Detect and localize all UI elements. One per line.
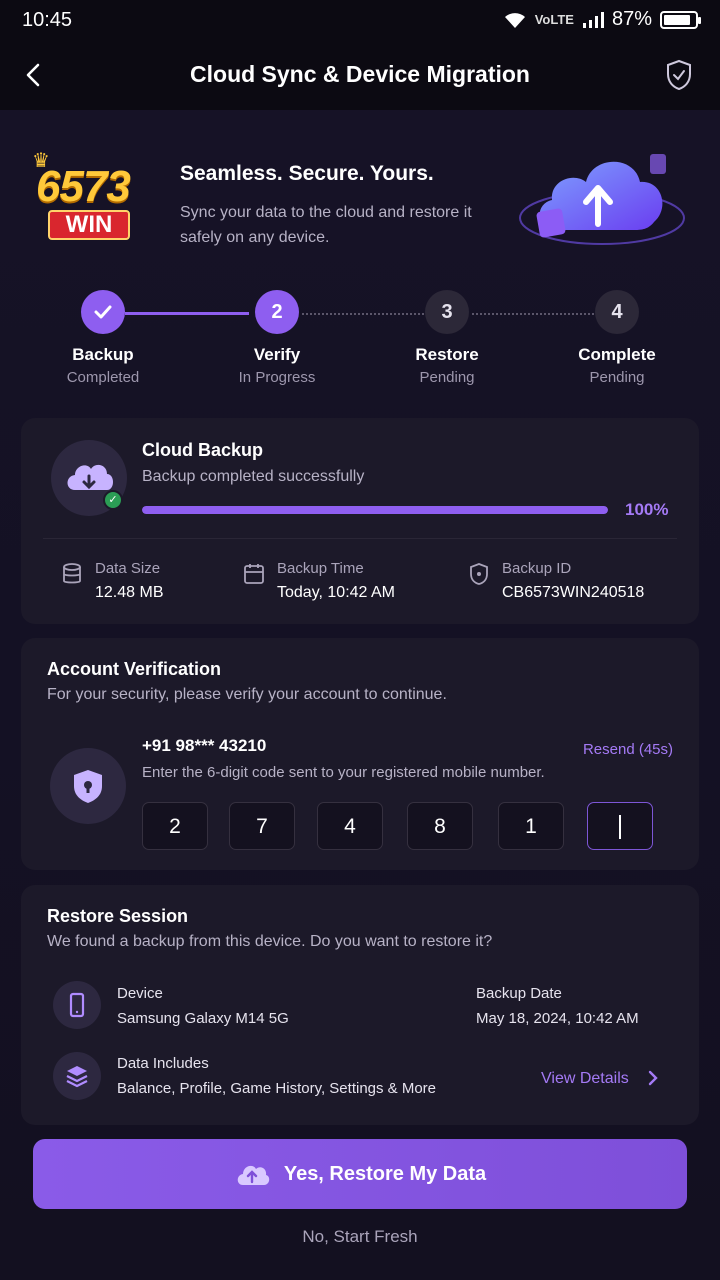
meta-value: 12.48 MB bbox=[95, 584, 164, 601]
meta-label: Backup ID bbox=[502, 560, 572, 577]
meta-label: Backup Time bbox=[277, 560, 364, 577]
divider bbox=[43, 538, 677, 539]
restore-data-button[interactable]: Yes, Restore My Data bbox=[33, 1139, 687, 1209]
step-circle: 4 bbox=[595, 290, 639, 334]
step-verify: 2 Verify In Progress bbox=[207, 290, 347, 386]
start-fresh-button[interactable]: No, Start Fresh bbox=[0, 1227, 720, 1247]
verification-title: Account Verification bbox=[47, 659, 222, 679]
restore-subtitle: We found a backup from this device. Do y… bbox=[47, 933, 493, 950]
network-label: VoLTE bbox=[534, 12, 574, 27]
wifi-icon bbox=[504, 12, 525, 28]
restore-title: Restore Session bbox=[47, 906, 189, 926]
step-status: Pending bbox=[589, 369, 645, 386]
calendar-icon bbox=[244, 564, 264, 584]
shield-icon bbox=[470, 563, 488, 585]
otp-digit-4[interactable]: 8 bbox=[407, 802, 473, 850]
data-includes-value: Balance, Profile, Game History, Settings… bbox=[117, 1080, 437, 1097]
step-status: In Progress bbox=[238, 369, 316, 386]
status-bar: 10:45 VoLTE 87% bbox=[0, 0, 720, 40]
step-circle: 3 bbox=[425, 290, 469, 334]
step-complete: 4 Complete Pending bbox=[547, 290, 687, 386]
resend-code-link[interactable]: Resend (45s) bbox=[583, 741, 673, 758]
step-circle: 2 bbox=[255, 290, 299, 334]
step-backup: Backup Completed bbox=[33, 290, 173, 386]
step-label: Complete bbox=[578, 345, 656, 364]
otp-digit-6[interactable] bbox=[587, 802, 653, 850]
brand-logo: ♛ 6573 WIN bbox=[30, 148, 148, 248]
otp-digit-1[interactable]: 2 bbox=[142, 802, 208, 850]
phone-icon bbox=[53, 981, 101, 1029]
progress-stepper: Backup Completed 2 Verify In Progress 3 … bbox=[0, 290, 720, 400]
cloud-upload-icon bbox=[237, 1165, 270, 1185]
step-label: Restore bbox=[415, 345, 479, 364]
verification-phone: +91 98*** 43210 bbox=[142, 736, 267, 755]
text-cursor bbox=[619, 815, 621, 840]
step-label: Backup bbox=[72, 345, 134, 364]
otp-digit-3[interactable]: 4 bbox=[317, 802, 383, 850]
app-header: Cloud Sync & Device Migration bbox=[0, 40, 720, 110]
step-label: Verify bbox=[253, 345, 301, 364]
data-includes-label: Data Includes bbox=[117, 1055, 209, 1072]
step-status: Pending bbox=[419, 369, 475, 386]
battery-percent: 87% bbox=[611, 8, 652, 30]
step-status: Completed bbox=[66, 369, 140, 386]
checkmark-icon bbox=[94, 305, 112, 319]
chevron-right-icon[interactable] bbox=[645, 1068, 661, 1088]
backup-progress-percent: 100% bbox=[625, 500, 669, 519]
signal-icon bbox=[582, 11, 604, 28]
layers-icon bbox=[53, 1052, 101, 1100]
verification-hint: Enter the 6-digit code sent to your regi… bbox=[142, 764, 545, 781]
hero-subtitle: Sync your data to the cloud and restore … bbox=[180, 204, 472, 246]
page-title: Cloud Sync & Device Migration bbox=[190, 61, 530, 87]
otp-digit-5[interactable]: 1 bbox=[498, 802, 564, 850]
battery-icon bbox=[660, 10, 701, 29]
account-verification-card: Account Verification For your security, … bbox=[21, 638, 699, 870]
status-icons: VoLTE 87% bbox=[503, 8, 701, 31]
logo-word: WIN bbox=[48, 210, 130, 240]
backup-progress-bar bbox=[142, 506, 608, 514]
verification-subtitle: For your security, please verify your ac… bbox=[47, 686, 447, 703]
page: 10:45 VoLTE 87% Cloud Sync & Device Migr… bbox=[0, 0, 720, 1280]
logo-number: 6573 bbox=[36, 162, 131, 211]
meta-value: Today, 10:42 AM bbox=[277, 584, 395, 601]
view-details-link[interactable]: View Details bbox=[541, 1070, 629, 1088]
device-label: Device bbox=[117, 985, 163, 1002]
backup-date-label: Backup Date bbox=[476, 985, 562, 1002]
database-icon bbox=[63, 563, 81, 584]
step-restore: 3 Restore Pending bbox=[377, 290, 517, 386]
status-time: 10:45 bbox=[22, 9, 73, 31]
hero-title: Seamless. Secure. Yours. bbox=[180, 162, 434, 185]
security-shield-icon[interactable] bbox=[664, 58, 694, 92]
otp-digit-2[interactable]: 7 bbox=[229, 802, 295, 850]
backup-date-value: May 18, 2024, 10:42 AM bbox=[476, 1010, 639, 1027]
success-check-icon: ✓ bbox=[103, 490, 123, 510]
restore-session-card: Restore Session We found a backup from t… bbox=[21, 885, 699, 1125]
cloud-backup-card: ✓ Cloud Backup Backup completed successf… bbox=[21, 418, 699, 624]
restore-button-label: Yes, Restore My Data bbox=[283, 1162, 487, 1185]
cloud-upload-illustration bbox=[519, 154, 685, 245]
backup-progress-fill bbox=[142, 506, 608, 514]
step-circle bbox=[81, 290, 125, 334]
cloud-backup-subtitle: Backup completed successfully bbox=[142, 468, 365, 485]
device-value: Samsung Galaxy M14 5G bbox=[117, 1010, 289, 1027]
lock-shield-icon bbox=[50, 748, 126, 824]
meta-value: CB6573WIN240518 bbox=[502, 584, 645, 601]
meta-label: Data Size bbox=[95, 560, 161, 577]
cloud-backup-title: Cloud Backup bbox=[142, 440, 264, 460]
